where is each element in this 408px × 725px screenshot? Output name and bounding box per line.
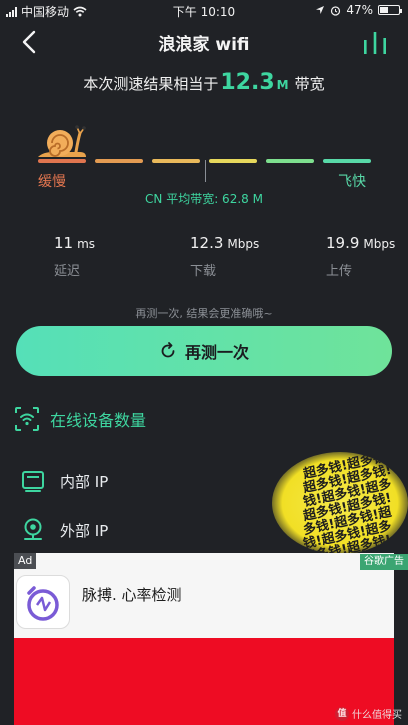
average-marker xyxy=(205,160,206,182)
watermark-logo: 值 xyxy=(335,706,349,721)
result-headline: 本次测速结果相当于 12.3 M 带宽 xyxy=(0,70,408,95)
result-prefix: 本次测速结果相当于 xyxy=(83,75,219,93)
metric-label: 延迟 xyxy=(54,264,81,279)
metric-value: 19.9 Mbps xyxy=(326,234,396,252)
cn-average-bandwidth: CN 平均带宽: 62.8 M xyxy=(145,192,263,206)
online-devices-label: 在线设备数量 xyxy=(50,411,147,430)
internal-ip-row[interactable]: 内部 IP xyxy=(20,468,108,494)
battery-percent: 47% xyxy=(346,3,373,17)
retest-button[interactable]: 再测一次 xyxy=(16,326,392,376)
fast-label: 飞快 xyxy=(338,174,366,190)
stopwatch-icon xyxy=(27,586,59,621)
ad-app-icon[interactable] xyxy=(16,575,70,629)
watermark-text: 什么值得买 xyxy=(352,710,402,721)
online-devices-row[interactable]: 在线设备数量 xyxy=(14,406,146,432)
snail-icon xyxy=(38,125,86,157)
wifi-devices-icon xyxy=(15,407,39,431)
status-bar: 中国移动 下午 10:10 47% xyxy=(0,0,408,20)
alarm-icon xyxy=(331,5,341,16)
scale-segment-6 xyxy=(323,159,371,163)
scale-segment-5 xyxy=(266,159,314,163)
result-unit: M xyxy=(276,78,289,92)
metric-latency: 11 ms 延迟 xyxy=(54,234,174,279)
ad-title[interactable]: 脉搏. 心率检测 xyxy=(82,584,182,605)
site-watermark: 值 什么值得买 xyxy=(335,706,402,721)
internal-ip-label: 内部 IP xyxy=(60,472,109,491)
scale-segment-4 xyxy=(209,159,257,163)
metric-label: 上传 xyxy=(326,264,353,279)
slow-label: 缓慢 xyxy=(38,174,66,190)
result-suffix: 带宽 xyxy=(294,75,325,93)
scale-segment-2 xyxy=(95,159,143,163)
page-title: 浪浪家 wifi xyxy=(158,35,250,55)
scale-segment-3 xyxy=(152,159,200,163)
globe-pin-icon xyxy=(24,518,42,540)
retest-label: 再测一次 xyxy=(184,343,249,362)
metric-download: 12.3 Mbps 下载 xyxy=(190,234,310,279)
retest-hint: 再测一次, 结果会更准确哦~ xyxy=(135,307,273,320)
refresh-icon xyxy=(161,342,175,358)
status-right: 47% xyxy=(315,3,402,17)
network-device-icon xyxy=(22,471,44,492)
metric-value: 12.3 Mbps xyxy=(190,234,260,252)
stats-icon[interactable] xyxy=(362,30,388,54)
battery-icon xyxy=(378,5,402,15)
metric-value: 11 ms xyxy=(54,234,96,252)
ad-provider-badge[interactable]: 谷歌广告 xyxy=(360,554,408,570)
metric-upload: 19.9 Mbps 上传 xyxy=(326,234,408,279)
ad-badge: Ad xyxy=(14,553,37,569)
location-icon xyxy=(316,6,325,14)
external-ip-label: 外部 IP xyxy=(60,521,109,540)
money-sticker: 超多钱!超多钱! 超多钱!超多钱! 钱!超多钱!超多 超多钱!超多钱! 多钱!超… xyxy=(272,452,408,554)
metric-label: 下载 xyxy=(190,264,217,279)
scale-segment-1 xyxy=(38,159,86,163)
nav-bar: 浪浪家 wifi xyxy=(0,24,408,60)
external-ip-row[interactable]: 外部 IP xyxy=(20,517,108,543)
result-speed: 12.3 xyxy=(220,70,275,95)
